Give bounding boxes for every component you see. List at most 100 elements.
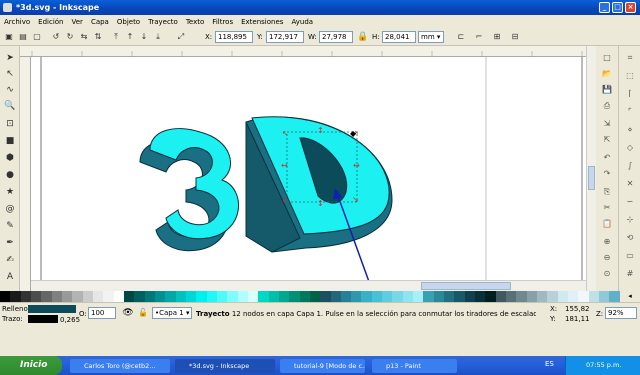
palette-swatch[interactable] — [330, 291, 341, 302]
palette-swatch[interactable] — [413, 291, 424, 302]
start-button[interactable]: Inicio — [0, 356, 62, 375]
palette-swatch[interactable] — [609, 291, 620, 302]
rectangle-tool-icon[interactable]: ■ — [3, 135, 17, 148]
palette-swatch[interactable] — [216, 291, 228, 302]
deselect-icon[interactable]: ▢ — [31, 31, 43, 43]
letter-d-shape[interactable] — [245, 116, 393, 253]
minimize-button[interactable]: _ — [599, 2, 610, 13]
palette-swatch[interactable] — [113, 291, 124, 302]
fill-swatch[interactable] — [28, 305, 76, 313]
layer-visibility-icon[interactable]: 👁 — [122, 307, 134, 319]
palette-swatch[interactable] — [361, 291, 372, 302]
snap-rotation-icon[interactable]: ⟲ — [623, 232, 637, 244]
palette-swatch[interactable] — [268, 291, 279, 302]
palette-swatch[interactable] — [247, 291, 259, 302]
new-document-icon[interactable]: □ — [600, 52, 614, 64]
palette-swatch[interactable] — [227, 291, 238, 302]
palette-swatch[interactable] — [320, 291, 331, 302]
move-patterns-icon[interactable]: ⊟ — [509, 31, 521, 43]
palette-menu-icon[interactable]: ◂ — [620, 291, 640, 302]
menu-trayecto[interactable]: Trayecto — [144, 15, 182, 29]
palette-swatch[interactable] — [557, 291, 569, 302]
zoom-selection-icon[interactable]: ⊕ — [600, 236, 614, 248]
menu-edicion[interactable]: Edición — [34, 15, 67, 29]
palette-swatch[interactable] — [526, 291, 538, 302]
palette-swatch[interactable] — [61, 291, 73, 302]
menu-filtros[interactable]: Filtros — [208, 15, 237, 29]
snap-toggle-icon[interactable]: ⌗ — [623, 52, 637, 64]
pencil-tool-icon[interactable]: ✎ — [3, 220, 17, 233]
snap-bbox-edge-icon[interactable]: ⌈ — [623, 88, 637, 100]
palette-swatch[interactable] — [444, 291, 455, 302]
palette-swatch[interactable] — [41, 291, 52, 302]
palette-swatch[interactable] — [30, 291, 42, 302]
snap-bbox-icon[interactable]: ⬚ — [623, 70, 637, 82]
task-firefox[interactable]: Carlos Toro (@cetb2... — [70, 359, 170, 373]
snap-smooth-icon[interactable]: ∽ — [623, 196, 637, 208]
snap-midpoint-icon[interactable]: ⋄ — [623, 124, 637, 136]
node-tool-icon[interactable]: ↖ — [3, 68, 17, 81]
palette-swatch[interactable] — [123, 291, 135, 302]
selector-tool-icon[interactable]: ➤ — [3, 52, 17, 65]
move-gradients-icon[interactable]: ⊞ — [491, 31, 503, 43]
paste-icon[interactable]: 📋 — [600, 218, 614, 230]
palette-swatch[interactable] — [599, 291, 610, 302]
save-icon[interactable]: 💾 — [600, 84, 614, 96]
opacity-field[interactable]: 100 — [88, 307, 116, 319]
task-word[interactable]: tutorial-9 [Modo de c... — [280, 359, 365, 373]
palette-swatch[interactable] — [20, 291, 31, 302]
lower-icon[interactable]: ↓ — [138, 31, 150, 43]
snap-grid-icon[interactable]: # — [623, 268, 637, 280]
w-field[interactable]: 27,978 — [319, 31, 353, 43]
task-inkscape[interactable]: *3d.svg - Inkscape — [175, 359, 275, 373]
3d-box-tool-icon[interactable]: ⬢ — [3, 152, 17, 165]
menu-capa[interactable]: Capa — [87, 15, 113, 29]
y-field[interactable]: 172,917 — [266, 31, 304, 43]
palette-swatch[interactable] — [51, 291, 62, 302]
task-paint[interactable]: p13 - Paint — [372, 359, 457, 373]
language-indicator[interactable]: ES — [545, 360, 554, 368]
tweak-tool-icon[interactable]: ∿ — [3, 84, 17, 97]
snap-page-icon[interactable]: ▭ — [623, 250, 637, 262]
palette-swatch[interactable] — [144, 291, 155, 302]
menu-ver[interactable]: Ver — [68, 15, 87, 29]
copy-icon[interactable]: ⎘ — [600, 186, 614, 198]
zoom-fit-icon[interactable]: ⤢ — [175, 31, 187, 43]
menu-archivo[interactable]: Archivo — [0, 15, 34, 29]
horizontal-scrollbar[interactable] — [31, 280, 586, 291]
lower-to-bottom-icon[interactable]: ⤓ — [152, 31, 164, 43]
menu-extensiones[interactable]: Extensiones — [237, 15, 287, 29]
palette-swatch[interactable] — [340, 291, 352, 302]
palette-swatch[interactable] — [475, 291, 486, 302]
export-icon[interactable]: ⇱ — [600, 134, 614, 146]
palette-swatch[interactable] — [154, 291, 166, 302]
vertical-scrollbar[interactable] — [586, 46, 596, 291]
redo-icon[interactable]: ↷ — [600, 168, 614, 180]
snap-bbox-corner-icon[interactable]: ⌜ — [623, 106, 637, 118]
palette-swatch[interactable] — [495, 291, 507, 302]
palette-swatch[interactable] — [537, 291, 548, 302]
cut-icon[interactable]: ✂ — [600, 202, 614, 214]
menu-ayuda[interactable]: Ayuda — [287, 15, 317, 29]
lock-ratio-icon[interactable]: 🔒 — [357, 31, 369, 43]
measure-tool-icon[interactable]: ⊡ — [3, 118, 17, 131]
palette-swatch[interactable] — [423, 291, 434, 302]
snap-intersection-icon[interactable]: ✕ — [623, 178, 637, 190]
zoom-field[interactable]: 92% — [605, 307, 637, 319]
raise-to-top-icon[interactable]: ⤒ — [110, 31, 122, 43]
palette-swatch[interactable] — [299, 291, 310, 302]
import-icon[interactable]: ⇲ — [600, 118, 614, 130]
scrollbar-thumb[interactable] — [588, 166, 595, 190]
rotate-ccw-icon[interactable]: ↺ — [50, 31, 62, 43]
menu-texto[interactable]: Texto — [182, 15, 208, 29]
star-tool-icon[interactable]: ★ — [3, 186, 17, 199]
zoom-page-icon[interactable]: ⊙ — [600, 268, 614, 280]
palette-swatch[interactable] — [454, 291, 465, 302]
palette-swatch[interactable] — [371, 291, 383, 302]
palette-swatch[interactable] — [516, 291, 527, 302]
palette-swatch[interactable] — [0, 291, 11, 302]
zoom-tool-icon[interactable]: 🔍 — [3, 100, 17, 113]
palette-swatch[interactable] — [278, 291, 290, 302]
snap-path-icon[interactable]: ∫ — [623, 160, 637, 172]
palette-swatch[interactable] — [237, 291, 248, 302]
